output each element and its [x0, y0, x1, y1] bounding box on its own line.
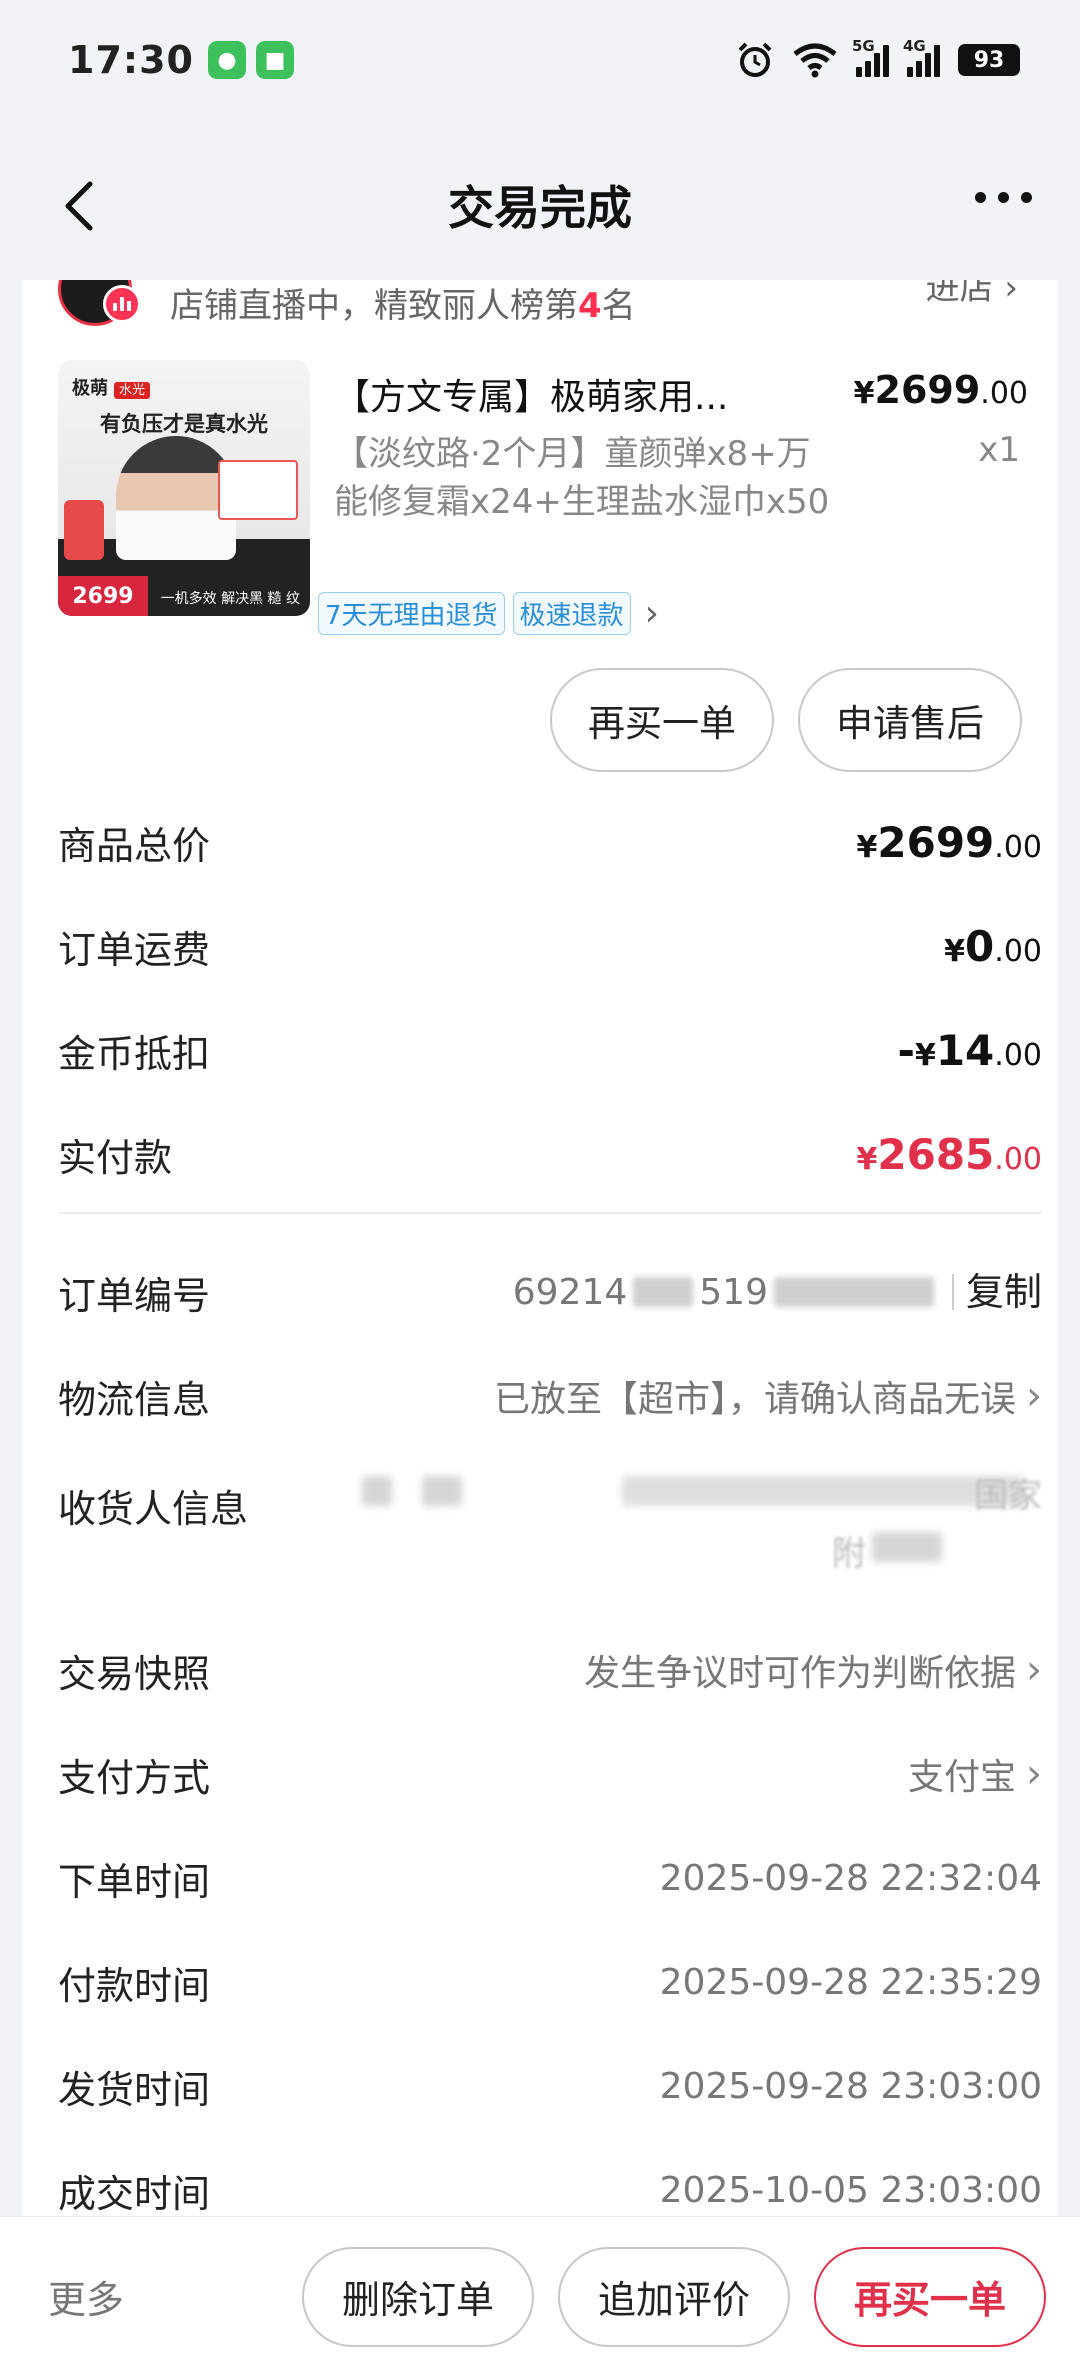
thumb-slogan: 有负压才是真水光 [100, 412, 268, 436]
messages-icon: ■ [255, 41, 294, 79]
tag-fast-refund: 极速退款 [512, 592, 631, 635]
status-bar: 17:30 ● ■ 5G 4G 93 [0, 0, 1080, 120]
bottom-buttons: 删除订单 追加评价 再买一单 [302, 2246, 1046, 2347]
logistics-row[interactable]: 物流信息 已放至【超市】，请确认商品无误 › [58, 1344, 1042, 1448]
paid-amount: ¥2685.00 [856, 1129, 1043, 1179]
thumb-tagline: 一机多效 解决黑 糙 纹 [160, 591, 300, 607]
summary-row-shipping: 订单运费 ¥0.00 [58, 921, 1042, 972]
service-tags[interactable]: 7天无理由退货 极速退款 › [318, 592, 659, 635]
order-info: 订单编号 69214 519 复制 物流信息 已放至【超市】，请确认商品无误 › 收… [58, 1240, 1042, 2220]
chevron-right-icon[interactable]: › [645, 593, 659, 634]
order-time-row: 下单时间 2025-09-28 22:32:04 [58, 1857, 1042, 1904]
receiver-info-blurred: 国家 附 [362, 1472, 1042, 1582]
shop-row[interactable]: 店铺直播中，精致丽人榜第4名 [58, 280, 636, 326]
chevron-right-icon: › [1026, 1373, 1042, 1419]
chevron-right-icon: › [1026, 1647, 1042, 1693]
add-review-button[interactable]: 追加评价 [558, 2246, 790, 2347]
summary-row-total: 商品总价 ¥2699.00 [58, 817, 1043, 868]
product-item[interactable]: 极萌 水光 有负压才是真水光 2699 一机多效 解决黑 糙 纹 【方文专属】极萌… [58, 360, 1028, 620]
order-number-row: 订单编号 69214 519 复制 [58, 1270, 1042, 1318]
product-title[interactable]: 【方文专属】极萌家用... [334, 368, 774, 420]
more-options-icon[interactable] [975, 192, 1032, 203]
wechat-icon: ● [207, 41, 246, 79]
nav-bar: 交易完成 [0, 140, 1080, 270]
receiver-row: 收货人信息 国家 附 [58, 1448, 1042, 1618]
tag-7day-return: 7天无理由退货 [318, 592, 505, 635]
summary-value: ¥2699.00 [856, 817, 1043, 867]
product-spec: 【淡纹路·2个月】童颜弹x8+万能修复霜x24+生理盐水湿巾x50 [334, 434, 830, 522]
shop-live-text: 店铺直播中，精致丽人榜第4名 [170, 285, 636, 326]
thumb-price: 2699 [58, 576, 148, 616]
more-button[interactable]: 更多 [48, 2269, 124, 2324]
snapshot-row[interactable]: 交易快照 发生争议时可作为判断依据 › [58, 1618, 1042, 1722]
shop-avatar [58, 280, 141, 326]
product-quantity: x1 [978, 430, 1020, 470]
item-actions: 再买一单 申请售后 [550, 668, 1022, 772]
alarm-icon [738, 42, 772, 77]
enter-shop-link[interactable]: 进店 › [926, 280, 1018, 309]
payment-time-row: 付款时间 2025-09-28 22:35:29 [58, 1961, 1042, 2008]
summary-value: -¥14.00 [897, 1025, 1042, 1075]
page-title: 交易完成 [448, 181, 632, 235]
signal-4g-icon: 4G [903, 37, 940, 77]
thumb-device-image [64, 500, 104, 560]
ship-time-row: 发货时间 2025-09-28 23:03:00 [58, 2065, 1042, 2112]
live-icon [103, 285, 141, 323]
status-indicators: 5G 4G 93 [736, 37, 1020, 79]
wifi-icon [793, 43, 837, 78]
bottom-action-bar: 更多 删除订单 追加评价 再买一单 [0, 2216, 1080, 2376]
price-summary: 商品总价 ¥2699.00 订单运费 ¥0.00 金币抵扣 -¥14.00 实付… [58, 790, 1042, 1206]
payment-method-row[interactable]: 支付方式 支付宝 › [58, 1722, 1042, 1826]
summary-value: ¥0.00 [944, 921, 1042, 971]
rebuy-button[interactable]: 再买一单 [814, 2246, 1046, 2347]
rebuy-item-button[interactable]: 再买一单 [550, 668, 774, 772]
back-arrow-icon[interactable] [52, 176, 112, 236]
battery-icon: 93 [958, 44, 1020, 76]
thumb-brand: 极萌 水光 [72, 374, 151, 400]
status-time: 17:30 [68, 38, 194, 82]
order-card: 店铺直播中，精致丽人榜第4名 进店 › 极萌 水光 有负压才是真水光 2699 一… [22, 280, 1058, 2220]
product-thumbnail[interactable]: 极萌 水光 有负压才是真水光 2699 一机多效 解决黑 糙 纹 [58, 360, 310, 616]
chevron-right-icon: › [1026, 1751, 1042, 1797]
signal-5g-icon: 5G [852, 37, 889, 77]
product-price: ¥2699.00 [853, 368, 1028, 412]
delete-order-button[interactable]: 删除订单 [302, 2246, 534, 2347]
order-number: 69214 519 复制 [512, 1270, 1042, 1314]
summary-row-coin-discount: 金币抵扣 -¥14.00 [58, 1025, 1042, 1076]
after-sale-button[interactable]: 申请售后 [798, 668, 1022, 772]
summary-row-paid: 实付款 ¥2685.00 [58, 1129, 1043, 1180]
deal-time-row: 成交时间 2025-10-05 23:03:00 [58, 2169, 1042, 2216]
thumb-package-image [218, 460, 298, 520]
copy-button[interactable]: 复制 [951, 1273, 1042, 1311]
divider [58, 1212, 1042, 1214]
